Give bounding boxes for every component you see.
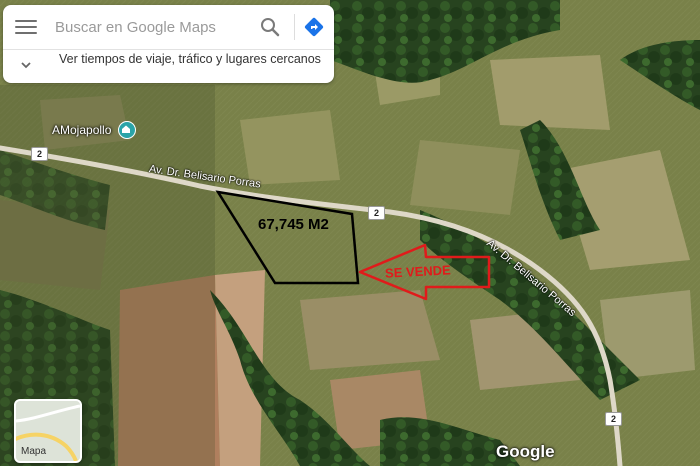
directions-icon[interactable] bbox=[303, 16, 325, 38]
map-layer-label: Mapa bbox=[21, 446, 47, 457]
route-shield: 2 bbox=[31, 147, 48, 161]
search-input[interactable] bbox=[55, 15, 245, 39]
menu-icon[interactable] bbox=[15, 17, 37, 37]
place-icon[interactable] bbox=[118, 121, 136, 139]
search-row bbox=[3, 5, 334, 50]
place-label[interactable]: AMojapollo bbox=[52, 123, 111, 137]
google-logo: Google bbox=[496, 442, 555, 461]
search-icon[interactable] bbox=[259, 16, 281, 38]
explore-nearby-text: Ver tiempos de viaje, tráfico y lugares … bbox=[59, 52, 321, 66]
plot-area-label: 67,745 M2 bbox=[258, 216, 329, 233]
search-card: Ver tiempos de viaje, tráfico y lugares … bbox=[3, 5, 334, 83]
chevron-down-icon bbox=[21, 62, 31, 69]
explore-nearby-row[interactable]: Ver tiempos de viaje, tráfico y lugares … bbox=[3, 49, 334, 83]
map-layer-toggle[interactable]: Mapa bbox=[14, 399, 82, 463]
route-shield: 2 bbox=[368, 206, 385, 220]
divider bbox=[294, 14, 295, 40]
route-shield: 2 bbox=[605, 412, 622, 426]
